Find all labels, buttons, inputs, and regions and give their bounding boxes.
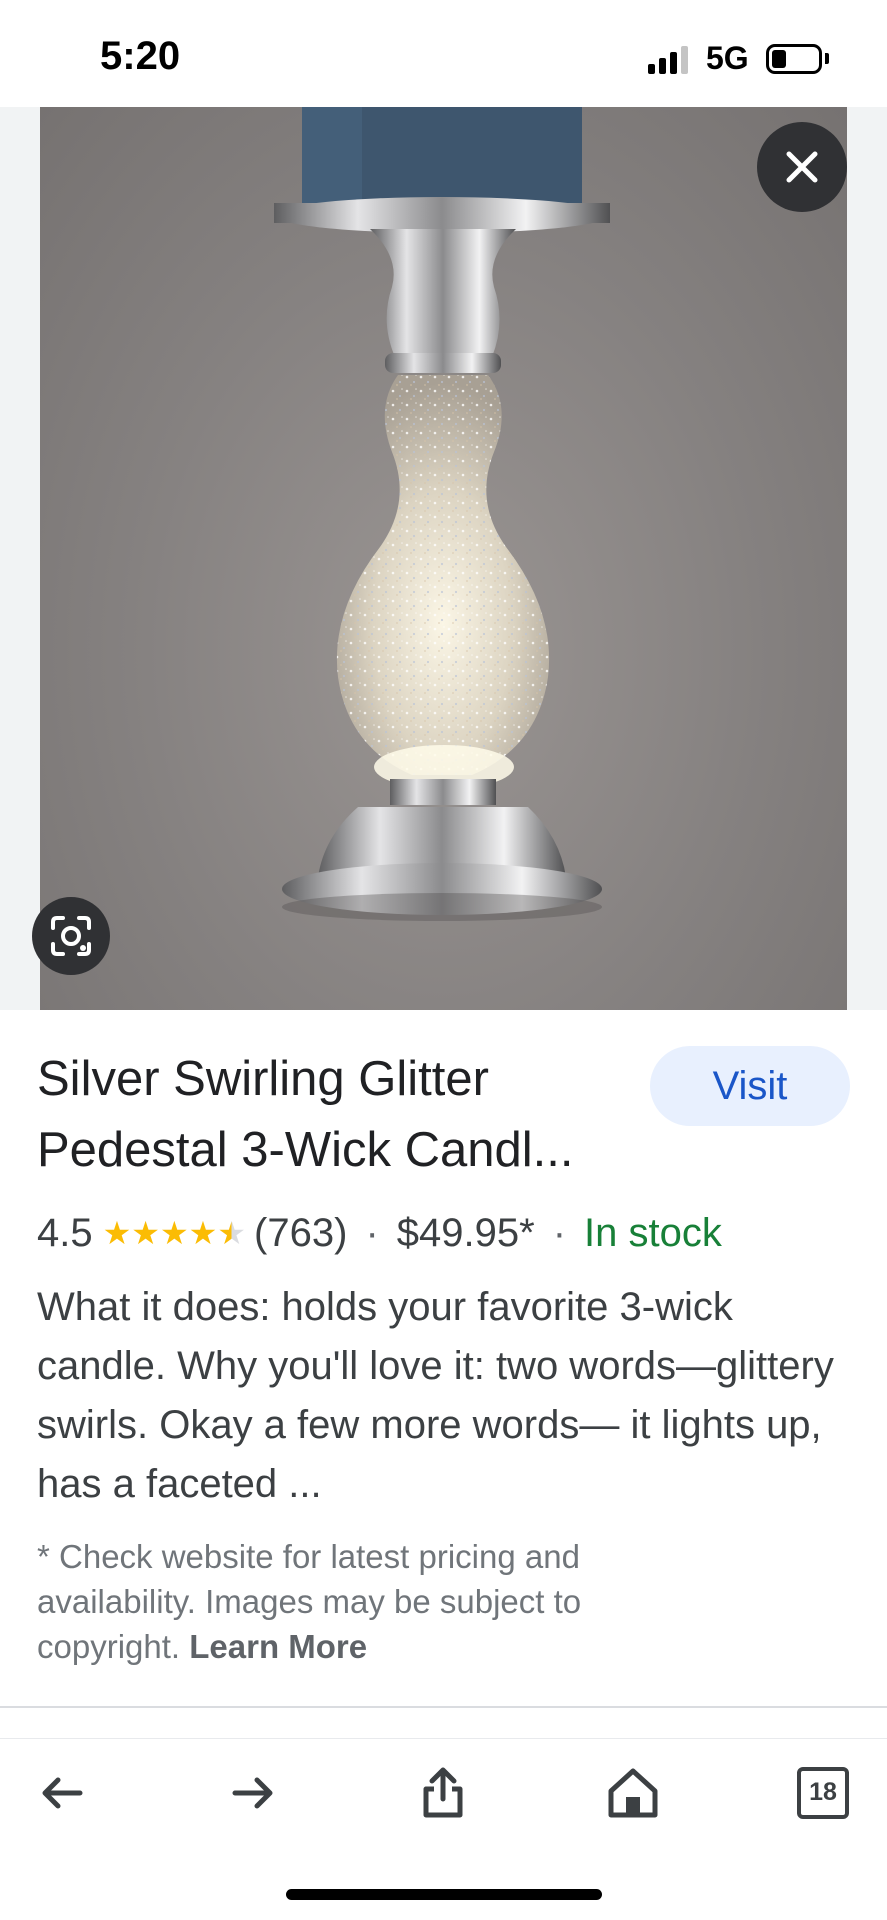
toolbar-border bbox=[0, 1738, 887, 1739]
signal-icon bbox=[648, 44, 692, 74]
candle-holder-illustration bbox=[274, 107, 610, 921]
share-button[interactable] bbox=[403, 1740, 483, 1845]
status-bar: 5:20 5G bbox=[0, 0, 887, 108]
star-icon: ★ bbox=[188, 1215, 218, 1251]
separator-dot: · bbox=[365, 1210, 379, 1255]
product-meta: 4.5 ★ ★ ★ ★ ★ (763) · $49.95* · In stock bbox=[37, 1208, 722, 1258]
back-button[interactable] bbox=[22, 1740, 102, 1845]
rating-value: 4.5 bbox=[37, 1210, 93, 1255]
lens-icon bbox=[51, 916, 91, 956]
rating-stars: ★ ★ ★ ★ ★ bbox=[103, 1214, 246, 1252]
star-icon: ★ bbox=[131, 1215, 160, 1251]
tabs-count: 18 bbox=[797, 1766, 849, 1819]
image-viewer bbox=[0, 107, 887, 1010]
tabs-button[interactable]: 18 bbox=[783, 1740, 863, 1845]
close-button[interactable] bbox=[757, 122, 847, 212]
separator-dot: · bbox=[552, 1210, 567, 1255]
product-description: What it does: holds your favorite 3-wick… bbox=[37, 1285, 834, 1506]
disclaimer: * Check website for latest pricing and a… bbox=[37, 1534, 677, 1669]
home-indicator[interactable] bbox=[286, 1889, 602, 1900]
arrow-left-icon bbox=[42, 1777, 83, 1808]
visit-button[interactable]: Visit bbox=[650, 1046, 850, 1126]
stock-status: In stock bbox=[584, 1210, 722, 1255]
battery-icon bbox=[766, 44, 822, 74]
arrow-right-icon bbox=[232, 1777, 273, 1808]
network-label: 5G bbox=[706, 40, 749, 76]
home-icon bbox=[608, 1768, 658, 1817]
divider bbox=[0, 1706, 887, 1708]
product-image[interactable] bbox=[40, 107, 847, 1010]
battery-tip bbox=[825, 53, 829, 64]
product-title[interactable]: Silver Swirling Glitter Pedestal 3-Wick … bbox=[37, 1044, 637, 1186]
review-count: (763) bbox=[254, 1210, 348, 1255]
forward-button[interactable] bbox=[213, 1740, 293, 1845]
half-star-icon: ★ bbox=[217, 1215, 247, 1251]
price: $49.95* bbox=[396, 1210, 535, 1255]
star-icon: ★ bbox=[102, 1215, 132, 1251]
home-button[interactable] bbox=[593, 1740, 673, 1845]
star-icon: ★ bbox=[159, 1215, 189, 1251]
learn-more-link[interactable]: Learn More bbox=[189, 1628, 367, 1665]
lens-search-button[interactable] bbox=[32, 897, 110, 975]
close-icon bbox=[786, 151, 818, 183]
bottom-toolbar: 18 bbox=[0, 1740, 887, 1845]
status-time: 5:20 bbox=[100, 34, 181, 78]
share-icon bbox=[423, 1767, 463, 1817]
